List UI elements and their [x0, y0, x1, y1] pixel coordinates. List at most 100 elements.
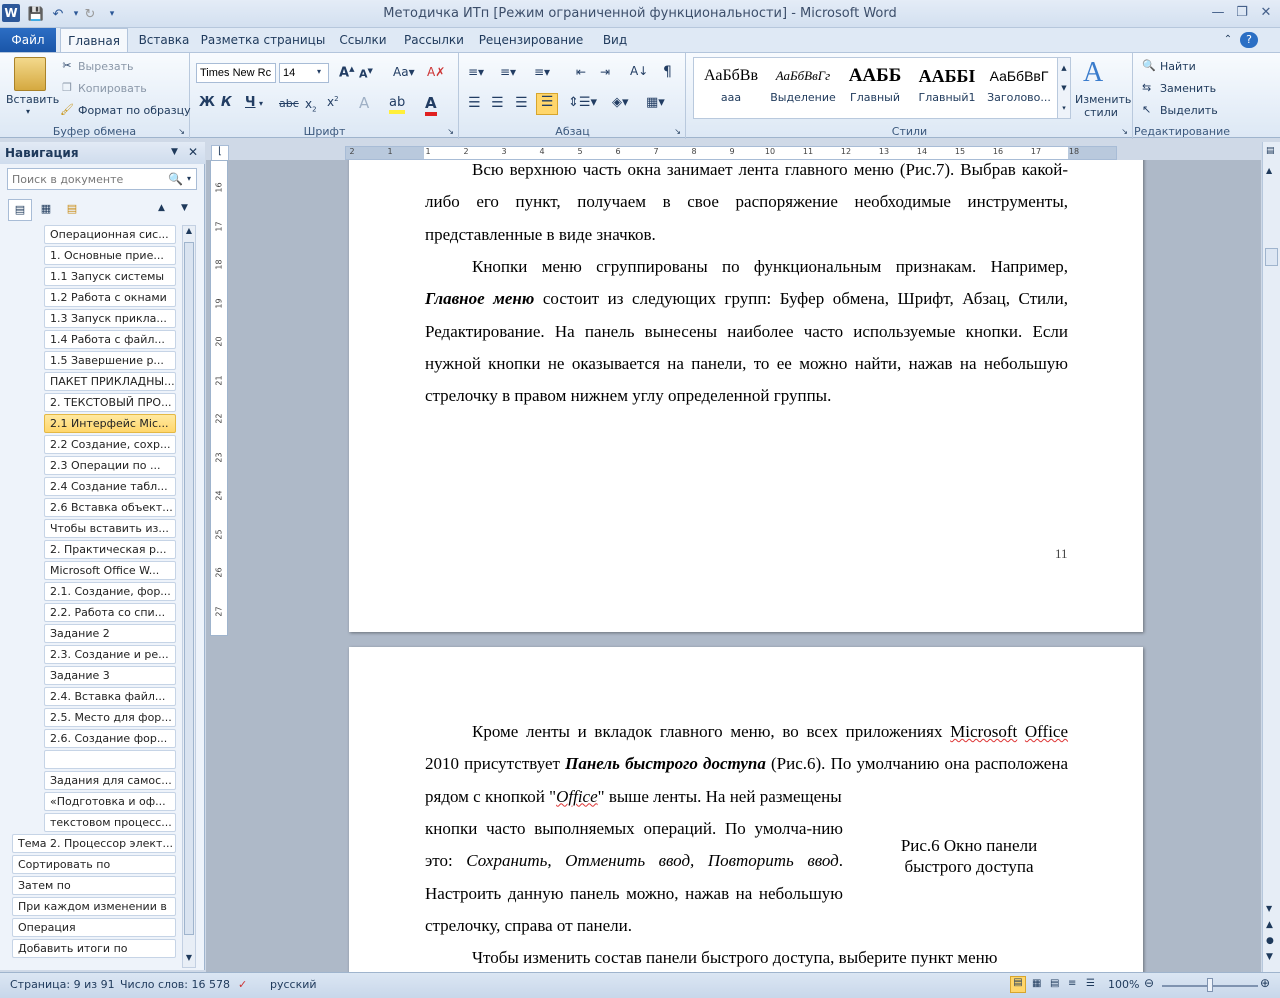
nav-heading-item[interactable]: Операционная сис... — [44, 225, 176, 244]
scroll-thumb[interactable] — [1265, 248, 1278, 266]
nav-heading-item[interactable]: 2.5. Место для фор... — [44, 708, 176, 727]
outline-icon[interactable]: ≡ — [1068, 978, 1076, 989]
print-layout-icon[interactable]: ▤ — [1010, 976, 1026, 993]
font-size-dropdown-icon[interactable]: ▾ — [317, 67, 321, 76]
zoom-in-icon[interactable]: ⊕ — [1260, 976, 1270, 990]
nav-scroll-thumb[interactable] — [184, 242, 194, 935]
close-icon[interactable]: ✕ — [1255, 4, 1277, 22]
find-button[interactable]: Найти — [1160, 60, 1196, 73]
nav-heading-item[interactable]: текстовом процесс... — [44, 813, 176, 832]
browse-object-icon[interactable]: ● — [1266, 936, 1274, 946]
proofing-icon[interactable]: ✓ — [238, 978, 247, 991]
previous-heading-icon[interactable]: ▲ — [158, 203, 165, 213]
nav-heading-item[interactable]: 1. Основные прие... — [44, 246, 176, 265]
align-right-icon[interactable]: ☰ — [515, 95, 528, 111]
minimize-icon[interactable]: — — [1207, 4, 1229, 22]
nav-heading-item[interactable]: ПАКЕТ ПРИКЛАДНЫ... — [44, 372, 176, 391]
font-size-combo[interactable]: 14 — [279, 63, 329, 83]
nav-heading-item[interactable]: 2.4. Вставка файл... — [44, 687, 176, 706]
tab-page-layout[interactable]: Разметка страницы — [200, 28, 326, 52]
replace-button[interactable]: Заменить — [1160, 82, 1216, 95]
draft-icon[interactable]: ☰ — [1086, 978, 1095, 989]
nav-heading-item[interactable]: Сортировать по — [12, 855, 176, 874]
select-icon[interactable]: ↖ — [1142, 103, 1151, 116]
browse-results-icon[interactable]: ▤ — [60, 199, 84, 221]
change-case-icon[interactable]: Aa▾ — [393, 65, 415, 79]
underline-dropdown-icon[interactable]: ▾ — [259, 99, 263, 108]
horizontal-ruler[interactable]: 2 1 1 2 3 4 5 6 7 8 9 10 11 12 13 14 15 16 17 18 — [345, 146, 1117, 160]
tab-references[interactable]: Ссылки — [334, 28, 392, 52]
line-spacing-icon[interactable]: ⇕☰▾ — [568, 95, 597, 110]
save-icon[interactable]: 💾 — [26, 4, 46, 24]
tab-home[interactable]: Главная — [60, 28, 128, 53]
copy-icon[interactable]: ❐ — [60, 81, 74, 94]
nav-heading-item[interactable]: Добавить итоги по — [12, 939, 176, 958]
styles-launcher-icon[interactable]: ↘ — [1121, 127, 1128, 136]
web-layout-icon[interactable]: ▤ — [1050, 978, 1059, 989]
nav-heading-item[interactable]: 1.3 Запуск прикла... — [44, 309, 176, 328]
nav-close-icon[interactable]: ✕ — [188, 145, 198, 159]
nav-options-icon[interactable]: ▼ — [171, 147, 178, 157]
nav-heading-item[interactable]: 2.6. Создание фор... — [44, 729, 176, 748]
nav-heading-item[interactable]: 2.3 Операции по ... — [44, 456, 176, 475]
nav-heading-item[interactable]: Задание 2 — [44, 624, 176, 643]
cut-icon[interactable]: ✂ — [60, 59, 74, 72]
nav-heading-item[interactable]: 1.2 Работа с окнами — [44, 288, 176, 307]
style-main1[interactable]: ААББІ Главный1 — [911, 61, 983, 129]
nav-heading-item[interactable]: При каждом изменении в — [12, 897, 176, 916]
nav-heading-item[interactable]: «Подготовка и оф... — [44, 792, 176, 811]
font-color-icon[interactable]: A — [425, 94, 437, 116]
font-launcher-icon[interactable]: ↘ — [447, 127, 454, 136]
tab-review[interactable]: Рецензирование — [476, 28, 586, 52]
nav-heading-item[interactable]: 2.2 Создание, сохр... — [44, 435, 176, 454]
word-icon[interactable]: W — [2, 4, 20, 22]
nav-heading-item[interactable] — [44, 750, 176, 769]
sort-icon[interactable]: A↓ — [630, 64, 648, 78]
redo-icon[interactable]: ↻ — [80, 4, 100, 24]
multilevel-list-icon[interactable]: ≡▾ — [534, 65, 550, 79]
replace-icon[interactable]: ⇆ — [1142, 81, 1151, 94]
search-icon[interactable]: 🔍 — [168, 172, 183, 186]
style-heading[interactable]: АаБбВвГ Заголово... — [983, 61, 1055, 129]
bullets-icon[interactable]: ≡▾ — [468, 65, 484, 79]
nav-heading-item[interactable]: Microsoft Office W... — [44, 561, 176, 580]
style-main[interactable]: ААББ Главный — [839, 61, 911, 129]
nav-scroll-up-icon[interactable]: ▲ — [183, 226, 195, 240]
nav-heading-item[interactable]: 2.3. Создание и ре... — [44, 645, 176, 664]
page-count[interactable]: Страница: 9 из 91 — [10, 978, 115, 991]
search-dropdown-icon[interactable]: ▾ — [187, 174, 191, 183]
paragraph-launcher-icon[interactable]: ↘ — [674, 127, 681, 136]
borders-icon[interactable]: ▦▾ — [646, 95, 665, 110]
tab-insert[interactable]: Вставка — [136, 28, 192, 52]
format-painter-icon[interactable]: 🖌 — [60, 103, 74, 116]
ruler-toggle-icon[interactable]: ▤ — [1266, 146, 1278, 160]
numbering-icon[interactable]: ≡▾ — [500, 65, 516, 79]
text-effects-icon[interactable]: A — [359, 94, 369, 112]
bold-icon[interactable]: Ж — [199, 95, 215, 110]
superscript-icon[interactable]: x2 — [327, 95, 339, 109]
scroll-down-icon[interactable]: ▼ — [1266, 904, 1272, 913]
maximize-icon[interactable]: ❐ — [1231, 4, 1253, 22]
nav-heading-item[interactable]: 2.2. Работа со спи... — [44, 603, 176, 622]
tab-selector-icon[interactable]: ⌊ — [211, 145, 229, 161]
next-page-icon[interactable]: ▼ — [1266, 952, 1273, 962]
grow-font-icon[interactable]: A▲ — [339, 65, 354, 80]
help-icon[interactable]: ? — [1240, 32, 1258, 48]
nav-heading-item[interactable]: Затем по — [12, 876, 176, 895]
style-emphasis[interactable]: АаБбВвГг Выделение — [767, 61, 839, 129]
font-name-combo[interactable]: Times New Rc — [196, 63, 276, 83]
nav-heading-item[interactable]: Операция — [12, 918, 176, 937]
word-count[interactable]: Число слов: 16 578 — [120, 978, 230, 991]
tab-view[interactable]: Вид — [594, 28, 636, 52]
change-styles-icon[interactable]: A — [1083, 57, 1103, 89]
previous-page-icon[interactable]: ▲ — [1266, 920, 1273, 930]
nav-scroll-down-icon[interactable]: ▼ — [183, 953, 195, 967]
nav-heading-item[interactable]: 2.6 Вставка объект... — [44, 498, 176, 517]
nav-heading-item[interactable]: 2.1. Создание, фор... — [44, 582, 176, 601]
italic-icon[interactable]: К — [221, 95, 232, 110]
change-styles-button[interactable]: Изменить стили — [1075, 93, 1131, 119]
full-screen-icon[interactable]: ▦ — [1032, 978, 1041, 989]
tab-mailings[interactable]: Рассылки — [400, 28, 468, 52]
clear-formatting-icon[interactable]: A✗ — [427, 65, 445, 79]
language[interactable]: русский — [270, 978, 317, 991]
